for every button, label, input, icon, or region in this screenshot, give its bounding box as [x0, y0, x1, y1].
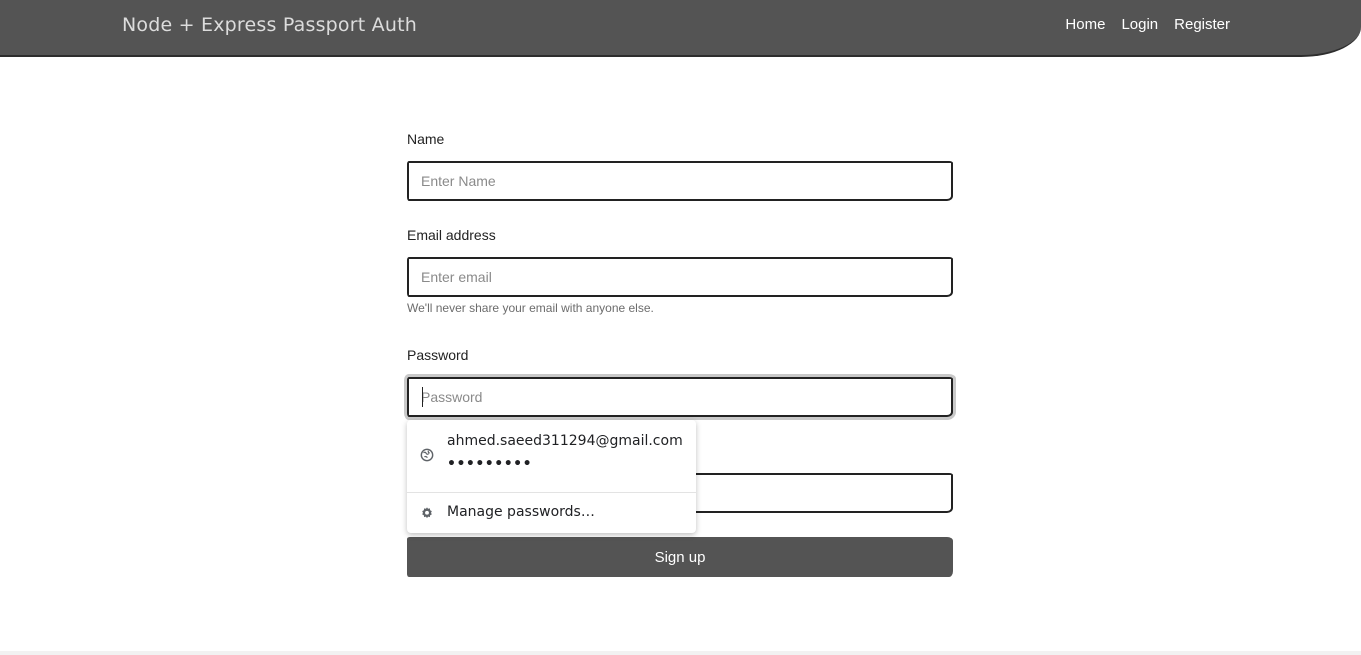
autofill-masked-password: ••••••••• [447, 456, 533, 472]
email-label: Email address [407, 227, 496, 243]
name-field[interactable] [407, 161, 953, 201]
email-field[interactable] [407, 257, 953, 297]
sign-up-button[interactable]: Sign up [407, 537, 953, 577]
password-label: Password [407, 347, 469, 363]
email-input[interactable] [409, 259, 951, 295]
email-help-text: We'll never share your email with anyone… [407, 301, 654, 315]
name-label: Name [407, 131, 445, 147]
manage-passwords-label: Manage passwords… [447, 504, 595, 520]
gear-icon [422, 507, 432, 519]
globe-icon [420, 448, 434, 462]
password-field[interactable] [407, 377, 953, 417]
nav-home-link[interactable]: Home [1065, 16, 1105, 33]
footer-divider [0, 651, 1361, 655]
autofill-account-option[interactable]: ahmed.saeed311294@gmail.com ••••••••• [407, 420, 696, 492]
text-caret [422, 387, 423, 407]
password-input[interactable] [409, 379, 951, 415]
nav-login-link[interactable]: Login [1121, 16, 1158, 33]
top-navbar: Node + Express Passport Auth Home Login … [0, 0, 1361, 57]
autofill-email: ahmed.saeed311294@gmail.com [447, 433, 683, 449]
name-input[interactable] [409, 163, 951, 199]
manage-passwords-option[interactable]: Manage passwords… [407, 493, 696, 533]
nav-links: Home Login Register [1065, 16, 1230, 33]
password-autofill-popup: ahmed.saeed311294@gmail.com ••••••••• Ma… [407, 420, 696, 533]
brand-title[interactable]: Node + Express Passport Auth [122, 14, 417, 36]
nav-register-link[interactable]: Register [1174, 16, 1230, 33]
